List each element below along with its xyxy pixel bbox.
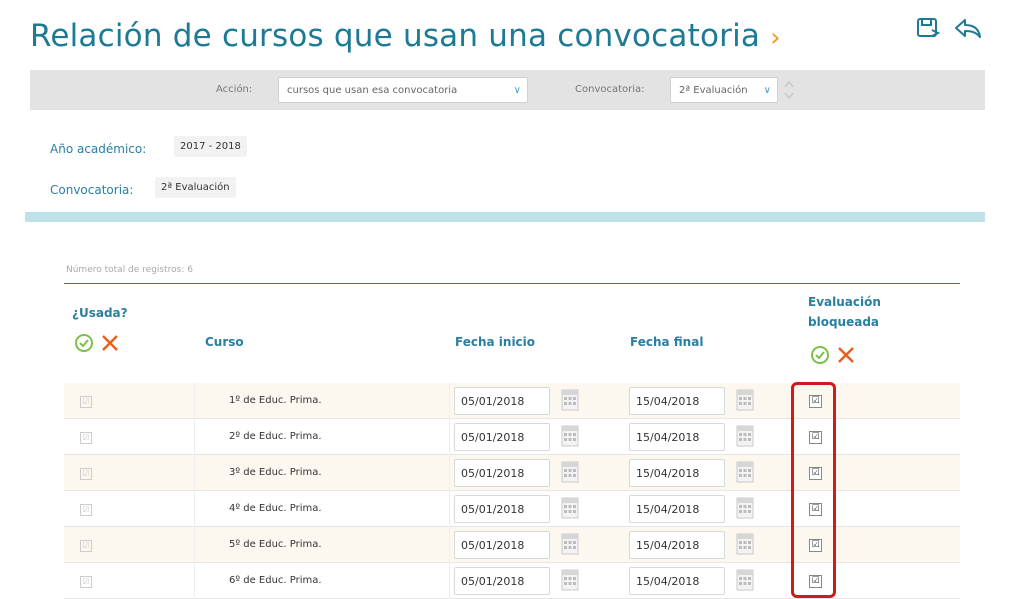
calendar-icon[interactable]: [561, 425, 579, 447]
title-chevron-icon: ›: [770, 23, 781, 53]
convocatoria-label: Convocatoria:: [575, 84, 645, 95]
accion-label: Acción:: [216, 84, 253, 95]
usada-checkbox[interactable]: ☑: [80, 468, 92, 480]
usada-checkbox[interactable]: ☑: [80, 504, 92, 516]
fecha-final-input[interactable]: 15/04/2018: [629, 423, 725, 451]
anio-label: Año académico:: [50, 142, 147, 156]
column-separator: [449, 527, 450, 563]
check-circle-icon[interactable]: [74, 333, 94, 357]
x-icon[interactable]: [100, 333, 120, 357]
header-fecha-inicio: Fecha inicio: [455, 335, 536, 349]
anio-value: 2017 - 2018: [174, 136, 247, 157]
table-top-rule: [64, 283, 960, 284]
column-separator: [449, 455, 450, 491]
column-separator: [449, 419, 450, 455]
column-separator: [194, 491, 195, 527]
calendar-icon[interactable]: [736, 461, 754, 483]
total-records: Número total de registros: 6: [66, 265, 193, 275]
spinner-arrows-icon[interactable]: [782, 78, 796, 102]
back-arrow-icon[interactable]: [953, 16, 983, 44]
curso-cell: 6º de Educ. Prima.: [229, 575, 322, 586]
calendar-icon[interactable]: [561, 461, 579, 483]
calendar-icon[interactable]: [561, 497, 579, 519]
header-bloqueada: bloqueada: [808, 315, 880, 329]
fecha-inicio-input[interactable]: 05/01/2018: [454, 531, 550, 559]
column-separator: [194, 527, 195, 563]
usada-checkbox[interactable]: ☑: [80, 432, 92, 444]
curso-cell: 3º de Educ. Prima.: [229, 467, 322, 478]
fecha-inicio-input[interactable]: 05/01/2018: [454, 495, 550, 523]
column-separator: [194, 455, 195, 491]
fecha-final-input[interactable]: 15/04/2018: [629, 459, 725, 487]
column-separator: [194, 419, 195, 455]
calendar-icon[interactable]: [561, 569, 579, 591]
filter-toolbar: Acción: cursos que usan esa convocatoria…: [30, 70, 985, 110]
calendar-icon[interactable]: [561, 533, 579, 555]
chevron-down-icon: ∨: [763, 85, 771, 96]
top-actions: [915, 16, 983, 44]
page-title-text: Relación de cursos que usan una convocat…: [30, 18, 761, 54]
accion-select[interactable]: cursos que usan esa convocatoria ∨: [278, 77, 528, 103]
save-icon[interactable]: [915, 16, 941, 44]
fecha-inicio-input[interactable]: 05/01/2018: [454, 567, 550, 595]
convocatoria-select-value: 2ª Evaluación: [679, 85, 748, 96]
page-title: Relación de cursos que usan una convocat…: [30, 18, 781, 54]
calendar-icon[interactable]: [561, 389, 579, 411]
calendar-icon[interactable]: [736, 497, 754, 519]
check-circle-icon[interactable]: [810, 345, 830, 369]
usada-checkbox[interactable]: ☑: [80, 576, 92, 588]
usada-checkbox[interactable]: ☑: [80, 396, 92, 408]
header-fecha-final: Fecha final: [630, 335, 704, 349]
fecha-final-input[interactable]: 15/04/2018: [629, 531, 725, 559]
convocatoria-info-value: 2ª Evaluación: [155, 177, 236, 198]
accion-select-value: cursos que usan esa convocatoria: [287, 85, 458, 96]
fecha-inicio-input[interactable]: 05/01/2018: [454, 459, 550, 487]
convocatoria-info-label: Convocatoria:: [50, 183, 134, 197]
header-evaluacion: Evaluación: [808, 295, 881, 309]
column-separator: [194, 563, 195, 599]
header-curso: Curso: [205, 335, 244, 349]
fecha-final-input[interactable]: 15/04/2018: [629, 567, 725, 595]
fecha-final-input[interactable]: 15/04/2018: [629, 495, 725, 523]
usada-checkbox[interactable]: ☑: [80, 540, 92, 552]
fecha-inicio-input[interactable]: 05/01/2018: [454, 387, 550, 415]
calendar-icon[interactable]: [736, 533, 754, 555]
calendar-icon[interactable]: [736, 389, 754, 411]
column-separator: [449, 383, 450, 419]
fecha-final-input[interactable]: 15/04/2018: [629, 387, 725, 415]
fecha-inicio-input[interactable]: 05/01/2018: [454, 423, 550, 451]
curso-cell: 2º de Educ. Prima.: [229, 431, 322, 442]
convocatoria-select[interactable]: 2ª Evaluación ∨: [670, 77, 778, 103]
column-separator: [449, 563, 450, 599]
calendar-icon[interactable]: [736, 569, 754, 591]
highlight-box: [791, 382, 836, 598]
curso-cell: 4º de Educ. Prima.: [229, 503, 322, 514]
curso-cell: 5º de Educ. Prima.: [229, 539, 322, 550]
column-separator: [449, 491, 450, 527]
evaluacion-bulk-actions: [810, 345, 856, 369]
curso-cell: 1º de Educ. Prima.: [229, 395, 322, 406]
calendar-icon[interactable]: [736, 425, 754, 447]
header-usada: ¿Usada?: [72, 306, 128, 320]
section-divider: [25, 212, 985, 222]
column-separator: [194, 383, 195, 419]
x-icon[interactable]: [836, 345, 856, 369]
chevron-down-icon: ∨: [513, 85, 521, 96]
usada-bulk-actions: [74, 333, 120, 357]
